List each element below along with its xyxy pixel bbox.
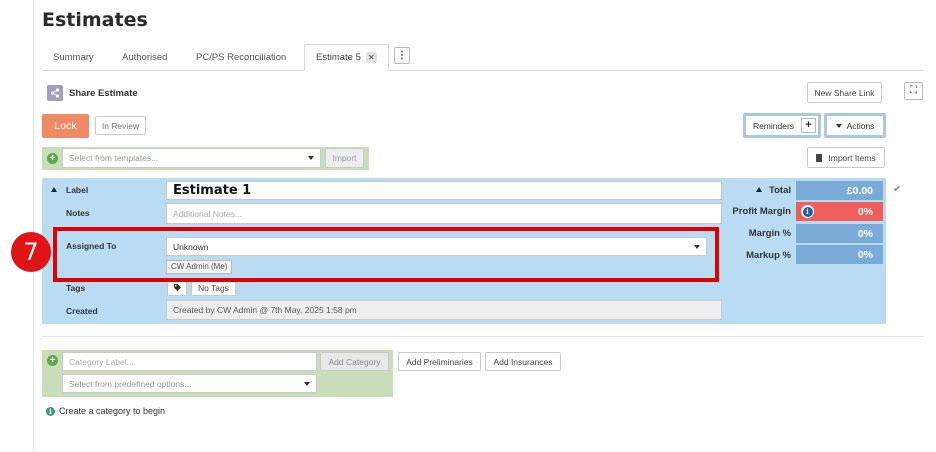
category-label-input[interactable]: Category Label... xyxy=(62,352,317,371)
add-reminder-button[interactable]: + xyxy=(801,118,816,133)
predefined-placeholder: Select from predefined options... xyxy=(69,378,192,389)
section-divider xyxy=(42,336,924,337)
info-icon[interactable]: i xyxy=(801,205,814,218)
file-icon xyxy=(816,153,823,162)
label-heading: Label xyxy=(66,185,89,195)
profit-margin-label: Profit Margin xyxy=(732,206,791,217)
tab-label: Authorised xyxy=(122,52,168,63)
import-items-button[interactable]: Import Items xyxy=(807,147,885,168)
profit-margin-text: 0% xyxy=(857,205,873,218)
templates-select[interactable]: Select from templates... xyxy=(62,148,321,168)
lock-button[interactable]: Lock xyxy=(42,114,89,138)
tab-authorised[interactable]: Authorised xyxy=(111,44,178,71)
import-button[interactable]: Import xyxy=(325,148,364,168)
created-heading: Created xyxy=(66,306,98,316)
predefined-options-select[interactable]: Select from predefined options... xyxy=(62,374,317,393)
share-icon xyxy=(47,85,63,101)
empty-hint: Create a category to begin xyxy=(59,406,166,416)
more-options-icon[interactable]: ⋮ xyxy=(394,47,410,64)
tab-label: Summary xyxy=(53,52,94,63)
add-preliminaries-button[interactable]: Add Preliminaries xyxy=(398,352,481,371)
close-icon[interactable]: ✕ xyxy=(365,52,377,63)
add-category-button[interactable]: Add Category xyxy=(320,352,389,371)
tab-pcps-reconciliation[interactable]: PC/PS Reconciliation xyxy=(185,44,297,71)
tab-estimate-5[interactable]: Estimate 5 ✕ xyxy=(304,44,389,71)
actions-button[interactable]: Actions xyxy=(824,113,886,138)
notes-heading: Notes xyxy=(66,208,90,218)
caret-down-icon xyxy=(304,381,310,386)
markup-value: 0% xyxy=(796,245,883,264)
margin-value: 0% xyxy=(796,224,883,243)
tab-label: PC/PS Reconciliation xyxy=(196,52,287,63)
caret-down-icon xyxy=(308,156,314,160)
share-estimate-title: Share Estimate xyxy=(69,88,138,99)
fullscreen-icon[interactable]: ⛶ xyxy=(904,82,923,100)
reminders-button[interactable]: Reminders xyxy=(746,116,801,135)
created-value: Created by CW Admin @ 7th May, 2025 1:58… xyxy=(166,300,722,320)
add-category-icon[interactable]: + xyxy=(47,355,58,366)
page-title: Estimates xyxy=(42,9,148,31)
total-label: Total xyxy=(769,185,791,196)
total-value: £0.00 xyxy=(796,181,883,200)
info-icon: i xyxy=(46,407,55,416)
status-badge: In Review xyxy=(95,116,146,135)
category-bar: + Category Label... Add Category Select … xyxy=(42,350,393,397)
notes-input[interactable]: Additional Notes... xyxy=(166,203,722,224)
page-left-border xyxy=(33,0,34,452)
actions-label: Actions xyxy=(846,120,875,131)
tab-summary[interactable]: Summary xyxy=(42,44,105,71)
reminders-group: Reminders + xyxy=(743,113,821,138)
templates-bar: + Select from templates... Import xyxy=(42,147,369,170)
margin-label: Margin % xyxy=(748,228,791,239)
estimate-label-input[interactable]: Estimate 1 xyxy=(166,181,722,200)
caret-down-icon xyxy=(835,123,842,128)
profit-margin-value: i 0% xyxy=(796,202,883,221)
add-insurances-button[interactable]: Add Insurances xyxy=(485,352,561,371)
check-icon: ✔ xyxy=(893,184,902,195)
import-items-label: Import Items xyxy=(828,152,876,163)
collapse-icon[interactable] xyxy=(51,187,57,192)
templates-row: Select from templates... Import xyxy=(62,148,364,169)
info-glyph: i xyxy=(802,206,813,217)
tab-label: Estimate 5 xyxy=(316,52,361,63)
highlight-box xyxy=(53,227,719,282)
tags-heading: Tags xyxy=(66,283,86,293)
markup-label: Markup % xyxy=(746,250,791,261)
new-share-link-button[interactable]: New Share Link xyxy=(807,82,882,103)
add-template-icon[interactable]: + xyxy=(47,153,58,164)
templates-placeholder: Select from templates... xyxy=(69,153,159,163)
step-badge: 7 xyxy=(11,232,51,272)
